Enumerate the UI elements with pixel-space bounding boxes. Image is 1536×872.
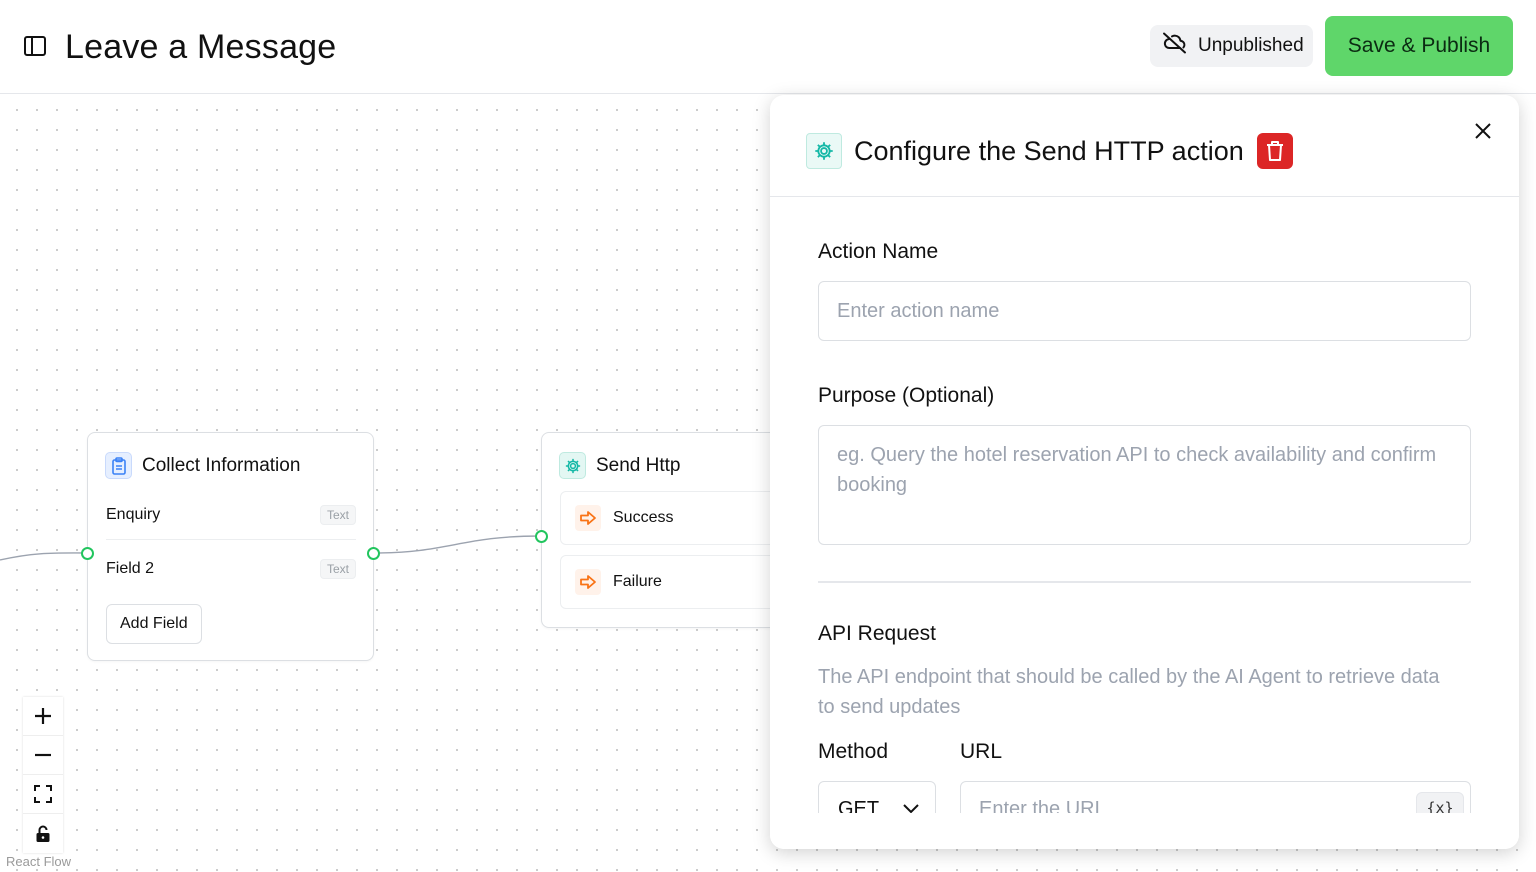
fit-view-icon [34,785,52,803]
branch-failure[interactable]: Failure [560,555,780,609]
panel-header: Configure the Send HTTP action [770,95,1519,197]
config-panel: Configure the Send HTTP action Action Na… [770,95,1519,849]
field-divider [106,539,356,540]
publish-status-label: Unpublished [1198,35,1304,56]
collect-node-title: Collect Information [142,454,301,476]
send-http-node[interactable]: Send Http Success Failure [541,432,801,628]
fit-view-button[interactable] [23,775,63,814]
collect-output-handle[interactable] [367,547,380,560]
branch-success[interactable]: Success [560,491,780,545]
arrow-right-icon [575,569,601,595]
field-type-tag: Text [319,559,356,579]
lock-button[interactable] [23,814,63,853]
panel-title: Configure the Send HTTP action [854,136,1244,166]
purpose-textarea[interactable] [818,425,1471,545]
collect-input-handle[interactable] [81,547,94,560]
arrow-right-icon [575,505,601,531]
minus-icon [35,753,51,757]
publish-status-button[interactable]: Unpublished [1150,25,1313,67]
close-panel-button[interactable] [1472,120,1494,142]
url-label: URL [960,740,1003,763]
add-field-button[interactable]: Add Field [106,604,202,644]
react-flow-attribution[interactable]: React Flow [6,854,71,869]
http-node-title: Send Http [596,454,681,476]
purpose-label: Purpose (Optional) [818,384,995,407]
action-name-input[interactable] [818,281,1471,341]
top-bar: Leave a Message Unpublished Save & Publi… [0,0,1536,94]
api-request-help: The API endpoint that should be called b… [818,666,1440,718]
zoom-out-button[interactable] [23,736,63,775]
field-label: Enquiry [106,506,161,523]
close-icon [1475,123,1491,139]
page-title: Leave a Message [65,28,337,66]
unlock-icon [36,825,50,842]
collect-information-node[interactable]: Collect Information Enquiry Text Field 2… [87,432,374,661]
collect-node-header: Collect Information [105,452,300,479]
section-divider [818,581,1471,583]
action-name-label: Action Name [818,240,939,263]
gear-icon [559,452,586,479]
field-row[interactable]: Field 2 Text [106,557,356,581]
gear-icon [806,133,842,169]
api-request-label: API Request [818,622,936,645]
http-input-handle[interactable] [535,530,548,543]
zoom-in-button[interactable] [23,697,63,736]
cloud-off-icon [1162,32,1188,60]
delete-action-button[interactable] [1257,133,1293,169]
http-node-header: Send Http [559,452,681,479]
field-type-tag: Text [319,505,356,525]
field-label: Field 2 [106,560,155,577]
method-label: Method [818,740,889,763]
save-publish-button[interactable]: Save & Publish [1325,16,1513,76]
flow-controls [23,697,63,853]
branch-label: Failure [613,573,662,590]
panel-footer-mask [770,813,1519,849]
field-row[interactable]: Enquiry Text [106,503,356,527]
clipboard-icon [105,452,132,479]
trash-icon [1267,141,1283,161]
branch-label: Success [613,509,674,526]
sidebar-toggle-icon[interactable] [24,36,46,56]
plus-icon [35,708,51,724]
